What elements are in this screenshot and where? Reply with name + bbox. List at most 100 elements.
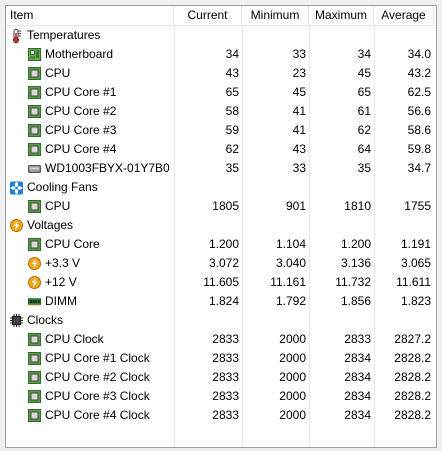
item-cell: Clocks <box>6 311 174 330</box>
current-value: 2833 <box>212 389 239 403</box>
sensor-row[interactable]: Motherboard 34 33 34 34.0 <box>6 45 436 64</box>
sensor-label: CPU Core #1 Clock <box>45 351 150 365</box>
sensor-row[interactable]: CPU Core #4 Clock 2833 2000 2834 2828.2 <box>6 406 436 425</box>
minimum-value: 3.040 <box>275 256 306 270</box>
current-value: 62 <box>225 142 239 156</box>
group-row[interactable]: Cooling Fans <box>6 178 436 197</box>
sensor-row[interactable]: CPU Core #1 Clock 2833 2000 2834 2828.2 <box>6 349 436 368</box>
maximum-value: 3.136 <box>340 256 371 270</box>
average-value: 11.611 <box>396 275 431 289</box>
group-label: Clocks <box>27 313 64 327</box>
minimum-value: 2000 <box>279 332 306 346</box>
average-value: 2828.2 <box>394 370 431 384</box>
sensor-row[interactable]: +12 V 11.605 11.161 11.732 11.611 <box>6 273 436 292</box>
minimum-value: 41 <box>292 123 306 137</box>
current-value: 1805 <box>212 199 239 213</box>
minimum-value: 45 <box>292 85 306 99</box>
current-value: 65 <box>225 85 239 99</box>
current-value: 2833 <box>212 351 239 365</box>
minimum-value: 41 <box>292 104 306 118</box>
sensor-label: CPU Core <box>45 237 100 251</box>
item-cell: DIMM <box>6 292 174 311</box>
group-row[interactable]: Clocks <box>6 311 436 330</box>
item-cell: CPU <box>6 64 174 83</box>
sensor-label: WD1003FBYX-01Y7B0 <box>45 161 170 175</box>
item-cell: CPU Core #4 <box>6 140 174 159</box>
column-header-minimum[interactable]: Minimum <box>242 6 309 25</box>
sensor-label: CPU Core #1 <box>45 85 117 99</box>
group-label: Cooling Fans <box>27 180 98 194</box>
motherboard-icon <box>28 48 41 61</box>
maximum-value: 1.856 <box>340 294 371 308</box>
maximum-value: 34 <box>357 47 371 61</box>
current-value: 3.072 <box>208 256 239 270</box>
sensor-rows: Temperatures Motherboard 34 33 34 34.0 CPU 43 23… <box>6 26 436 425</box>
sensor-label: CPU Core #3 <box>45 123 117 137</box>
chip-icon <box>28 124 41 137</box>
sensor-label: CPU <box>45 199 71 213</box>
group-row[interactable]: Voltages <box>6 216 436 235</box>
sensor-label: Motherboard <box>45 47 114 61</box>
minimum-value: 1.792 <box>275 294 306 308</box>
column-header-average[interactable]: Average <box>374 6 434 25</box>
column-header-current[interactable]: Current <box>174 6 242 25</box>
sensor-row[interactable]: CPU Core 1.200 1.104 1.200 1.191 <box>6 235 436 254</box>
chip-icon <box>28 143 41 156</box>
sensor-row[interactable]: CPU 43 23 45 43.2 <box>6 64 436 83</box>
chip-icon <box>28 238 41 251</box>
maximum-value: 2834 <box>344 408 371 422</box>
minimum-value: 23 <box>292 66 306 80</box>
maximum-value: 2833 <box>344 332 371 346</box>
item-cell: CPU Core #4 Clock <box>6 406 174 425</box>
maximum-value: 62 <box>357 123 371 137</box>
average-value: 1.191 <box>400 237 431 251</box>
sensor-label: CPU Core #4 <box>45 142 117 156</box>
current-value: 58 <box>225 104 239 118</box>
sensor-list-view[interactable]: Item Current Minimum Maximum Average Tem… <box>5 5 437 448</box>
sensor-row[interactable]: CPU Core #2 Clock 2833 2000 2834 2828.2 <box>6 368 436 387</box>
sensor-row[interactable]: +3.3 V 3.072 3.040 3.136 3.065 <box>6 254 436 273</box>
average-value: 43.2 <box>407 66 431 80</box>
voltage-icon <box>10 219 23 232</box>
average-value: 34.7 <box>407 161 431 175</box>
thermometer-icon <box>10 28 23 43</box>
sensor-row[interactable]: CPU Core #4 62 43 64 59.8 <box>6 140 436 159</box>
item-cell: Motherboard <box>6 45 174 64</box>
column-header-item[interactable]: Item <box>6 6 174 25</box>
sensor-row[interactable]: CPU 1805 901 1810 1755 <box>6 197 436 216</box>
sensor-label: CPU Core #2 Clock <box>45 370 150 384</box>
voltage-icon <box>28 276 41 289</box>
average-value: 62.5 <box>407 85 431 99</box>
group-row[interactable]: Temperatures <box>6 26 436 45</box>
average-value: 2827.2 <box>394 332 431 346</box>
current-value: 1.200 <box>208 237 239 251</box>
item-cell: +12 V <box>6 273 174 292</box>
sensor-row[interactable]: DIMM 1.824 1.792 1.856 1.823 <box>6 292 436 311</box>
column-header-row: Item Current Minimum Maximum Average <box>6 6 436 26</box>
maximum-value: 35 <box>357 161 371 175</box>
minimum-value: 2000 <box>279 408 306 422</box>
sensor-row[interactable]: CPU Clock 2833 2000 2833 2827.2 <box>6 330 436 349</box>
chip-icon <box>28 409 41 422</box>
current-value: 1.824 <box>208 294 239 308</box>
sensor-row[interactable]: CPU Core #3 59 41 62 58.6 <box>6 121 436 140</box>
sensor-row[interactable]: CPU Core #1 65 45 65 62.5 <box>6 83 436 102</box>
sensor-row[interactable]: WD1003FBYX-01Y7B0 35 33 35 34.7 <box>6 159 436 178</box>
item-cell: CPU Core #1 <box>6 83 174 102</box>
average-value: 56.6 <box>407 104 431 118</box>
hard-drive-icon <box>28 162 41 175</box>
maximum-value: 11.732 <box>335 275 371 289</box>
chip-icon <box>28 200 41 213</box>
column-header-maximum[interactable]: Maximum <box>309 6 374 25</box>
sensor-row[interactable]: CPU Core #2 58 41 61 56.6 <box>6 102 436 121</box>
maximum-value: 64 <box>357 142 371 156</box>
average-value: 1.823 <box>400 294 431 308</box>
item-cell: CPU <box>6 197 174 216</box>
sensor-row[interactable]: CPU Core #3 Clock 2833 2000 2834 2828.2 <box>6 387 436 406</box>
average-value: 59.8 <box>407 142 431 156</box>
current-value: 43 <box>225 66 239 80</box>
current-value: 35 <box>225 161 239 175</box>
memory-icon <box>28 295 41 308</box>
item-cell: CPU Core #2 Clock <box>6 368 174 387</box>
current-value: 59 <box>225 123 239 137</box>
